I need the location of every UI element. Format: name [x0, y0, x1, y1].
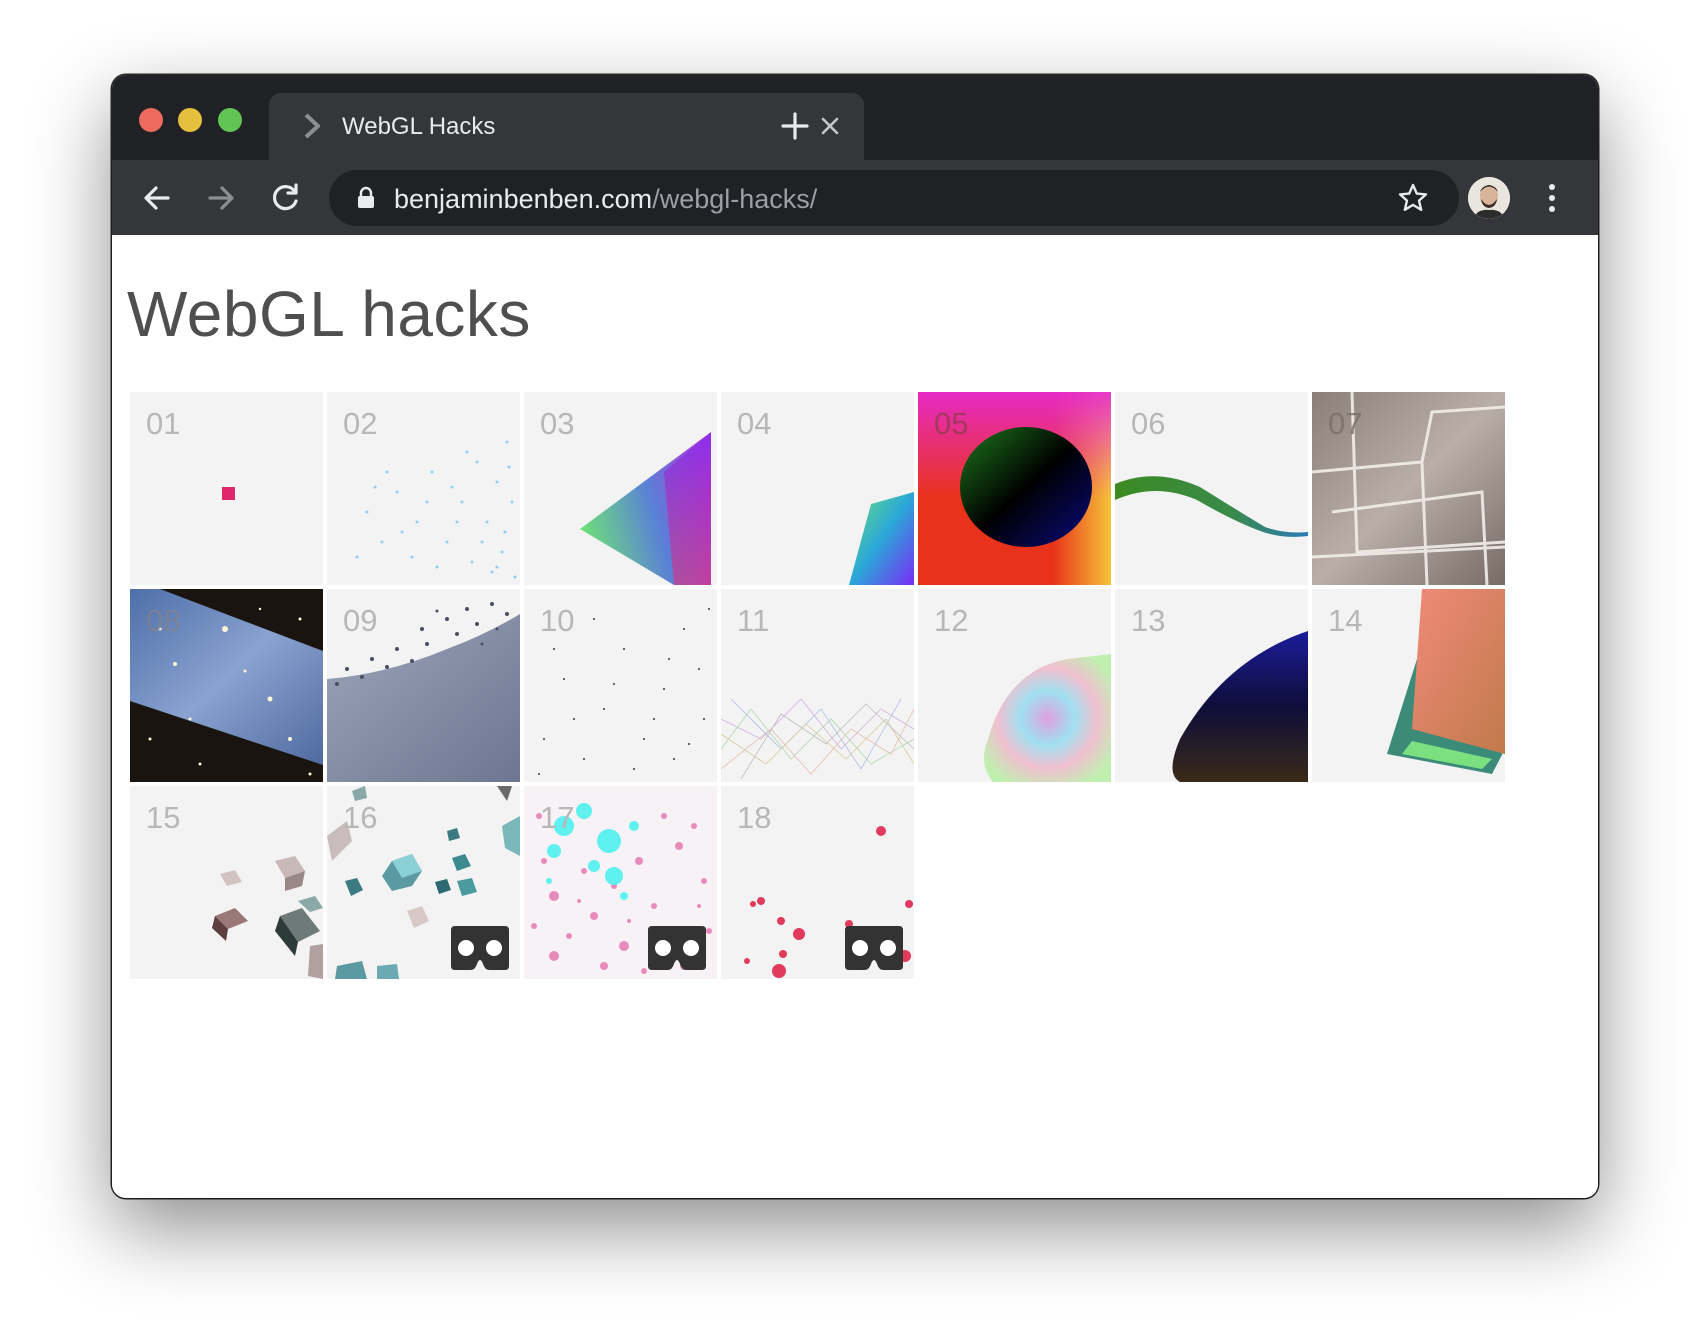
tile-10[interactable]: 10: [524, 589, 717, 782]
vr-headset-icon: [845, 926, 903, 970]
tile-18[interactable]: 18: [721, 786, 914, 979]
tile-05[interactable]: 05: [918, 392, 1111, 585]
tile-15[interactable]: 15: [130, 786, 323, 979]
tile-number: 18: [737, 800, 772, 835]
title-bar: WebGL Hacks: [112, 75, 1598, 160]
url-host: benjaminbenben.com: [394, 184, 653, 214]
tile-number: 03: [540, 406, 575, 441]
tile-11[interactable]: 11: [721, 589, 914, 782]
page-title: WebGL hacks: [127, 278, 531, 350]
tile-number: 16: [343, 800, 378, 835]
address-bar[interactable]: benjaminbenben.com/webgl-hacks/: [329, 170, 1459, 226]
page-content: WebGL hacks 01 02 03 04 05 06 07 08 09 1…: [112, 235, 1598, 1198]
tile-12[interactable]: 12: [918, 589, 1111, 782]
tile-13[interactable]: 13: [1115, 589, 1308, 782]
tile-number: 14: [1328, 603, 1363, 638]
tile-08[interactable]: 08: [130, 589, 323, 782]
new-tab-button[interactable]: [778, 109, 812, 143]
tile-16[interactable]: 16: [327, 786, 520, 979]
vr-headset-icon: [648, 926, 706, 970]
tile-number: 13: [1131, 603, 1166, 638]
url-text[interactable]: benjaminbenben.com/webgl-hacks/: [394, 184, 817, 215]
tile-number: 05: [934, 406, 969, 441]
hacks-grid: 01 02 03 04 05 06 07 08 09 10 11 12 13 1…: [130, 392, 1510, 992]
tile-number: 08: [146, 603, 181, 638]
tile-number: 01: [146, 406, 181, 441]
browser-window: WebGL Hacks benjaminbenben.com/webgl-hac…: [112, 75, 1598, 1198]
tile-number: 12: [934, 603, 969, 638]
more-vert-icon[interactable]: [1544, 180, 1560, 216]
close-window-button[interactable]: [139, 108, 163, 132]
tile-04[interactable]: 04: [721, 392, 914, 585]
tile-07[interactable]: 07: [1312, 392, 1505, 585]
tile-number: 04: [737, 406, 772, 441]
browser-toolbar: benjaminbenben.com/webgl-hacks/: [112, 160, 1598, 235]
tile-02[interactable]: 02: [327, 392, 520, 585]
minimize-window-button[interactable]: [178, 108, 202, 132]
tile-number: 09: [343, 603, 378, 638]
profile-avatar[interactable]: [1468, 177, 1510, 219]
tile-number: 06: [1131, 406, 1166, 441]
tile-17[interactable]: 17: [524, 786, 717, 979]
tab-webgl-hacks[interactable]: WebGL Hacks: [269, 93, 864, 160]
chevron-right-icon: [304, 113, 320, 139]
close-icon[interactable]: [817, 113, 843, 139]
back-arrow-icon[interactable]: [137, 178, 177, 218]
tile-01[interactable]: 01: [130, 392, 323, 585]
bookmark-star-icon[interactable]: [1397, 182, 1429, 214]
lock-icon[interactable]: [355, 186, 377, 210]
tile-09[interactable]: 09: [327, 589, 520, 782]
forward-arrow-icon[interactable]: [201, 178, 241, 218]
tile-number: 11: [737, 603, 770, 638]
tab-title: WebGL Hacks: [342, 113, 496, 140]
tile-03[interactable]: 03: [524, 392, 717, 585]
tile-14[interactable]: 14: [1312, 589, 1505, 782]
tile-number: 07: [1328, 406, 1363, 441]
tile-06[interactable]: 06: [1115, 392, 1308, 585]
vr-headset-icon: [451, 926, 509, 970]
reload-icon[interactable]: [265, 178, 305, 218]
maximize-window-button[interactable]: [218, 108, 242, 132]
tile-number: 15: [146, 800, 181, 835]
tile-number: 02: [343, 406, 378, 441]
avatar-image: [1468, 177, 1510, 219]
tile-number: 10: [540, 603, 575, 638]
tile-number: 17: [540, 800, 575, 835]
url-path: /webgl-hacks/: [652, 184, 818, 214]
